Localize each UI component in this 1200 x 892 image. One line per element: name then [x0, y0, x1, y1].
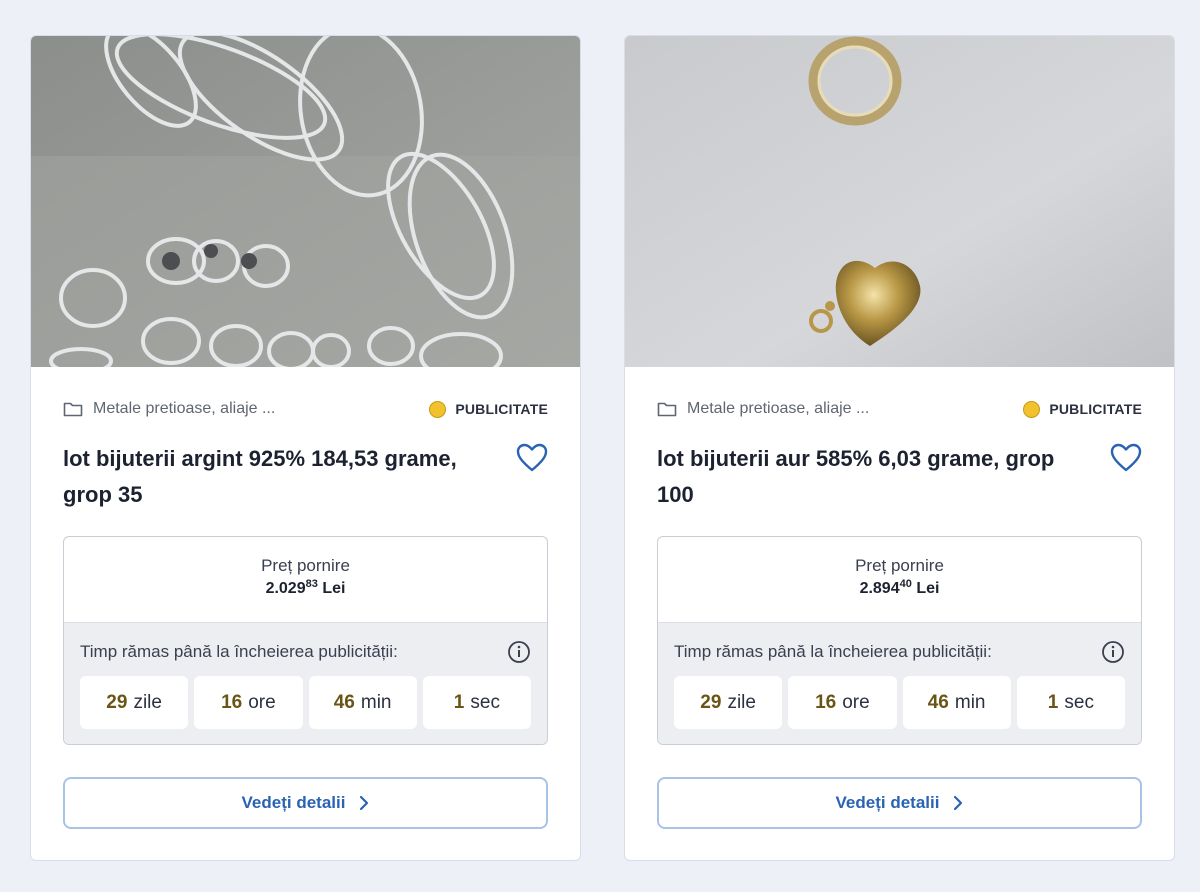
listing-title[interactable]: lot bijuterii aur 585% 6,03 grame, grop … — [657, 441, 1087, 513]
timer-label: Timp rămas până la încheierea publicităț… — [674, 642, 992, 661]
timer-hours: 16 ore — [194, 676, 303, 729]
category[interactable]: Metale pretioase, aliaje ... — [63, 400, 275, 418]
timer-days: 29 zile — [80, 676, 189, 729]
view-details-button[interactable]: Vedeți detalii — [657, 777, 1142, 829]
timer-minutes: 46 min — [308, 676, 417, 729]
category[interactable]: Metale pretioase, aliaje ... — [657, 400, 869, 418]
countdown-timer: Timp rămas până la încheierea publicităț… — [64, 623, 547, 744]
heart-icon — [1110, 443, 1142, 472]
price-label: Preț pornire — [855, 556, 944, 575]
status-badge-label: PUBLICITATE — [1049, 401, 1142, 417]
price-value: 2.89440 Lei — [658, 578, 1141, 598]
countdown-timer: Timp rămas până la încheierea publicităț… — [658, 623, 1141, 744]
chevron-right-icon — [360, 795, 369, 811]
timer-seconds: 1 sec — [422, 676, 531, 729]
timer-seconds: 1 sec — [1016, 676, 1125, 729]
category-label: Metale pretioase, aliaje ... — [93, 400, 276, 417]
view-details-label: Vedeți detalii — [835, 793, 940, 812]
info-icon[interactable] — [507, 640, 531, 664]
listing-title[interactable]: lot bijuterii argint 925% 184,53 grame, … — [63, 441, 493, 513]
listing-card[interactable]: Metale pretioase, aliaje ... PUBLICITATE… — [624, 35, 1175, 861]
status-badge: PUBLICITATE — [429, 400, 548, 418]
price-cents: 83 — [305, 578, 318, 590]
price-section: Preț pornire 2.02983 Lei — [64, 537, 547, 623]
listing-photo[interactable] — [625, 36, 1174, 367]
timer-minutes: 46 min — [902, 676, 1011, 729]
category-label: Metale pretioase, aliaje ... — [687, 400, 870, 417]
timer-hours: 16 ore — [788, 676, 897, 729]
price-box: Preț pornire 2.89440 Lei Timp rămas până… — [657, 536, 1142, 745]
listing-meta: Metale pretioase, aliaje ... PUBLICITATE — [657, 399, 1142, 419]
folder-icon — [657, 401, 677, 417]
listing-meta: Metale pretioase, aliaje ... PUBLICITATE — [63, 399, 548, 419]
timer-label: Timp rămas până la încheierea publicităț… — [80, 642, 398, 661]
info-icon[interactable] — [1101, 640, 1125, 664]
status-dot — [1023, 400, 1041, 418]
price-section: Preț pornire 2.89440 Lei — [658, 537, 1141, 623]
listing-photo[interactable] — [31, 36, 580, 367]
price-main: 2.894 — [859, 580, 900, 597]
view-details-button[interactable]: Vedeți detalii — [63, 777, 548, 829]
currency: Lei — [916, 580, 940, 597]
price-main: 2.029 — [265, 580, 306, 597]
view-details-label: Vedeți detalii — [241, 793, 346, 812]
status-badge: PUBLICITATE — [1023, 400, 1142, 418]
favorite-button[interactable] — [515, 441, 549, 475]
timer-days: 29 zile — [674, 676, 783, 729]
listing-grid: Metale pretioase, aliaje ... PUBLICITATE… — [0, 0, 1200, 892]
heart-icon — [516, 443, 548, 472]
price-value: 2.02983 Lei — [64, 578, 547, 598]
favorite-button[interactable] — [1109, 441, 1143, 475]
chevron-right-icon — [954, 795, 963, 811]
price-cents: 40 — [899, 578, 912, 590]
listing-card[interactable]: Metale pretioase, aliaje ... PUBLICITATE… — [30, 35, 581, 861]
status-badge-label: PUBLICITATE — [455, 401, 548, 417]
price-box: Preț pornire 2.02983 Lei Timp rămas până… — [63, 536, 548, 745]
currency: Lei — [322, 580, 346, 597]
status-dot — [429, 400, 447, 418]
folder-icon — [63, 401, 83, 417]
price-label: Preț pornire — [261, 556, 350, 575]
